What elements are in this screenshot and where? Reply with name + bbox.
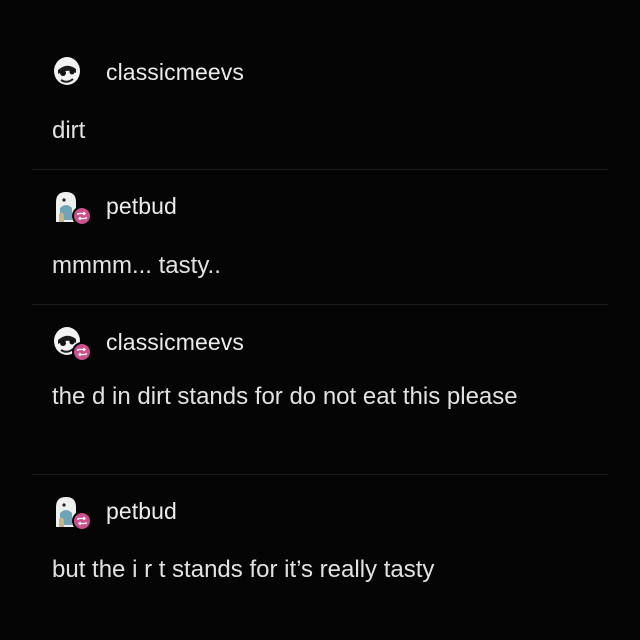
avatar[interactable] xyxy=(52,495,92,531)
reblog-icon xyxy=(72,342,92,362)
avatar[interactable] xyxy=(52,190,92,226)
reblog-thread: classicmeevs dirt petbud mmmm... tasty..… xyxy=(0,0,640,640)
username[interactable]: petbud xyxy=(106,193,177,220)
divider xyxy=(32,474,608,475)
post-body: but the i r t stands for it’s really tas… xyxy=(52,556,435,583)
post-header: petbud xyxy=(52,495,177,531)
avatar[interactable] xyxy=(52,326,92,362)
post-body: mmmm... tasty.. xyxy=(52,252,221,279)
post-body: dirt xyxy=(52,117,86,144)
divider xyxy=(32,304,608,305)
divider xyxy=(32,169,608,170)
reblog-icon xyxy=(72,511,92,531)
post-body: the d in dirt stands for do not eat this… xyxy=(52,383,518,410)
username[interactable]: classicmeevs xyxy=(106,329,244,356)
reblog-icon xyxy=(72,206,92,226)
post-header: petbud xyxy=(52,190,177,226)
post-header: classicmeevs xyxy=(52,326,244,362)
skull-face-icon xyxy=(54,57,80,85)
username[interactable]: petbud xyxy=(106,498,177,525)
post-header: classicmeevs xyxy=(52,56,244,88)
username[interactable]: classicmeevs xyxy=(106,59,244,86)
avatar[interactable] xyxy=(52,56,84,88)
